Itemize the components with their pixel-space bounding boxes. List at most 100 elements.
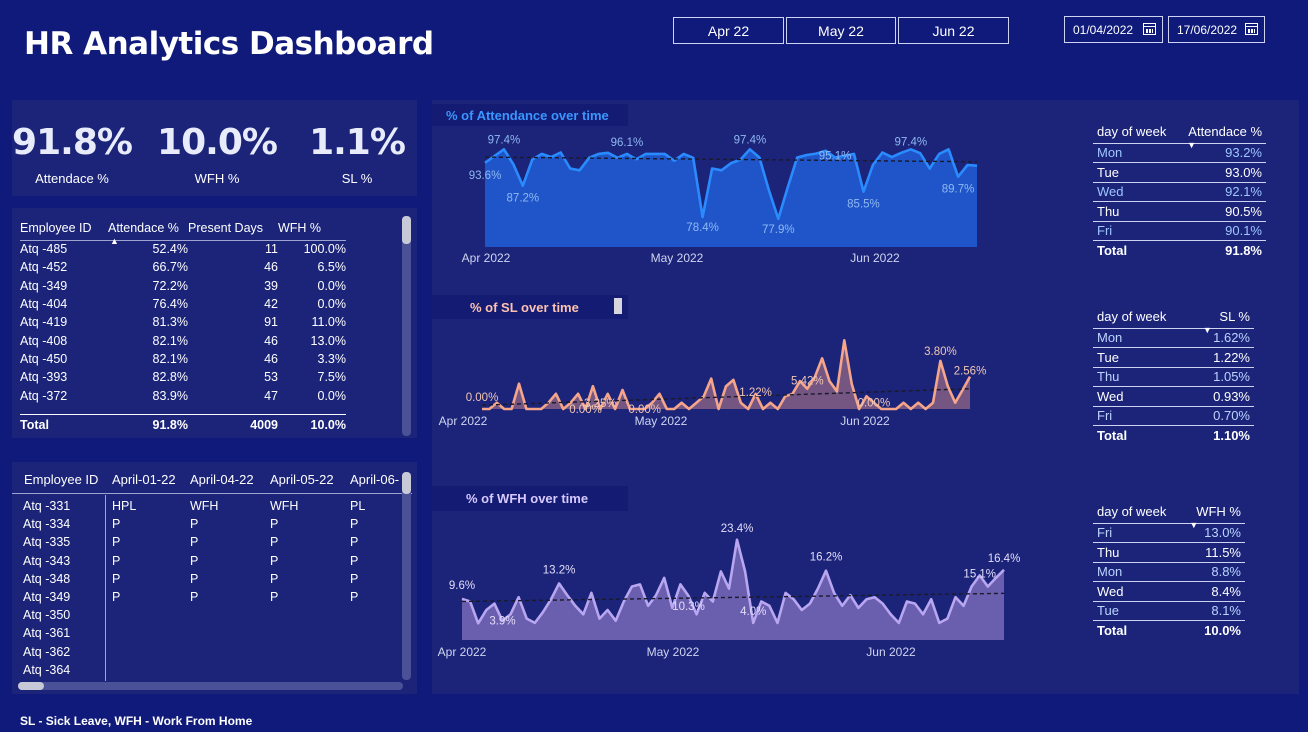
- data-point[interactable]: [510, 161, 517, 168]
- data-point[interactable]: [790, 596, 797, 603]
- dow-row[interactable]: Tue 93.0%: [1093, 163, 1266, 182]
- data-point[interactable]: [912, 600, 919, 607]
- data-point[interactable]: [538, 406, 545, 413]
- col-date-1[interactable]: April-01-22: [110, 472, 190, 487]
- data-point[interactable]: [530, 406, 537, 413]
- data-point[interactable]: [652, 150, 659, 157]
- dow-row[interactable]: Fri 90.1%: [1093, 221, 1266, 241]
- table-row[interactable]: Atq -348 P P P P: [12, 570, 412, 588]
- data-point[interactable]: [922, 406, 929, 413]
- data-point[interactable]: [833, 388, 840, 395]
- data-point[interactable]: [782, 589, 789, 596]
- data-point[interactable]: [690, 154, 697, 161]
- data-point[interactable]: [653, 592, 660, 599]
- data-point[interactable]: [575, 390, 582, 397]
- data-point[interactable]: [915, 399, 922, 406]
- scrollbar-thumb[interactable]: [402, 216, 411, 244]
- data-point[interactable]: [604, 607, 611, 614]
- dow-row[interactable]: Tue 8.1%: [1093, 601, 1245, 621]
- month-filter-jun[interactable]: Jun 22: [898, 17, 1009, 44]
- data-point[interactable]: [586, 154, 593, 161]
- dow-row[interactable]: Mon 8.8%: [1093, 562, 1245, 582]
- data-point[interactable]: [888, 154, 895, 161]
- data-point[interactable]: [576, 167, 583, 174]
- data-point[interactable]: [789, 390, 796, 397]
- table-row[interactable]: Atq -450 82.1% 46 3.3%: [20, 350, 346, 368]
- dow-row[interactable]: Wed 92.1%: [1093, 182, 1266, 202]
- data-point[interactable]: [955, 173, 962, 180]
- data-point[interactable]: [475, 620, 482, 627]
- data-point[interactable]: [491, 153, 498, 160]
- data-point[interactable]: [619, 387, 626, 394]
- data-point[interactable]: [774, 619, 781, 626]
- table-row[interactable]: Atq -485 52.4% 11 100.0%: [20, 240, 346, 258]
- data-point[interactable]: [723, 383, 730, 390]
- data-point[interactable]: [620, 598, 627, 605]
- data-point[interactable]: [959, 387, 966, 394]
- col-date-3[interactable]: April-05-22: [270, 472, 350, 487]
- dow-row[interactable]: Tue 1.22%: [1093, 348, 1254, 367]
- data-point[interactable]: [766, 602, 773, 609]
- data-point[interactable]: [572, 602, 579, 609]
- col-attendance[interactable]: Attendace % ▲: [108, 216, 188, 246]
- data-point[interactable]: [798, 607, 805, 614]
- col-wfh[interactable]: WFH %: [278, 216, 346, 240]
- data-point[interactable]: [863, 596, 870, 603]
- dow-row[interactable]: Wed 0.93%: [1093, 387, 1254, 406]
- horizontal-scrollbar[interactable]: [18, 682, 403, 690]
- data-point[interactable]: [459, 595, 466, 602]
- dow-row[interactable]: Thu 90.5%: [1093, 202, 1266, 221]
- dow-col-attendance[interactable]: Attendace % ▼: [1177, 121, 1266, 149]
- data-point[interactable]: [467, 598, 474, 605]
- data-point[interactable]: [557, 149, 564, 156]
- data-point[interactable]: [663, 406, 670, 413]
- dow-row[interactable]: Wed 8.4%: [1093, 582, 1245, 601]
- data-point[interactable]: [952, 399, 959, 406]
- data-point[interactable]: [742, 568, 749, 575]
- data-point[interactable]: [926, 165, 933, 172]
- data-point[interactable]: [898, 149, 905, 156]
- data-point[interactable]: [895, 619, 902, 626]
- table-row[interactable]: Atq -335 P P P P: [12, 533, 412, 551]
- data-point[interactable]: [642, 150, 649, 157]
- data-point[interactable]: [623, 150, 630, 157]
- dow-col-day[interactable]: day of week: [1093, 501, 1183, 523]
- data-point[interactable]: [936, 619, 943, 626]
- data-point[interactable]: [920, 611, 927, 618]
- dow-col-sl[interactable]: SL % ▼: [1195, 306, 1254, 334]
- calendar-icon[interactable]: [1143, 23, 1156, 35]
- table-row[interactable]: Atq -404 76.4% 42 0.0%: [20, 295, 346, 313]
- data-point[interactable]: [483, 607, 490, 614]
- data-point[interactable]: [515, 380, 522, 387]
- data-point[interactable]: [588, 589, 595, 596]
- data-point[interactable]: [1001, 566, 1008, 573]
- data-point[interactable]: [633, 156, 640, 163]
- data-point[interactable]: [596, 615, 603, 622]
- data-point[interactable]: [491, 600, 498, 607]
- data-point[interactable]: [523, 615, 530, 622]
- data-point[interactable]: [661, 574, 668, 581]
- month-filter-apr[interactable]: Apr 22: [673, 17, 784, 44]
- data-point[interactable]: [519, 182, 526, 189]
- data-point[interactable]: [756, 154, 763, 161]
- data-point[interactable]: [803, 151, 810, 158]
- data-point[interactable]: [974, 162, 981, 169]
- data-point[interactable]: [964, 161, 971, 168]
- month-filter-may[interactable]: May 22: [786, 17, 896, 44]
- data-point[interactable]: [580, 611, 587, 618]
- data-point[interactable]: [567, 165, 574, 172]
- data-point[interactable]: [678, 399, 685, 406]
- data-point[interactable]: [782, 393, 789, 400]
- horizontal-scrollbar-thumb[interactable]: [18, 682, 44, 690]
- data-point[interactable]: [984, 583, 991, 590]
- data-point[interactable]: [680, 150, 687, 157]
- data-point[interactable]: [482, 159, 489, 166]
- data-point[interactable]: [767, 399, 774, 406]
- data-point[interactable]: [556, 580, 563, 587]
- data-point[interactable]: [500, 146, 507, 153]
- data-point[interactable]: [628, 583, 635, 590]
- data-point[interactable]: [860, 188, 867, 195]
- table-row[interactable]: Atq -364: [12, 661, 412, 679]
- table-row[interactable]: Atq -452 66.7% 46 6.5%: [20, 258, 346, 276]
- data-point[interactable]: [545, 399, 552, 406]
